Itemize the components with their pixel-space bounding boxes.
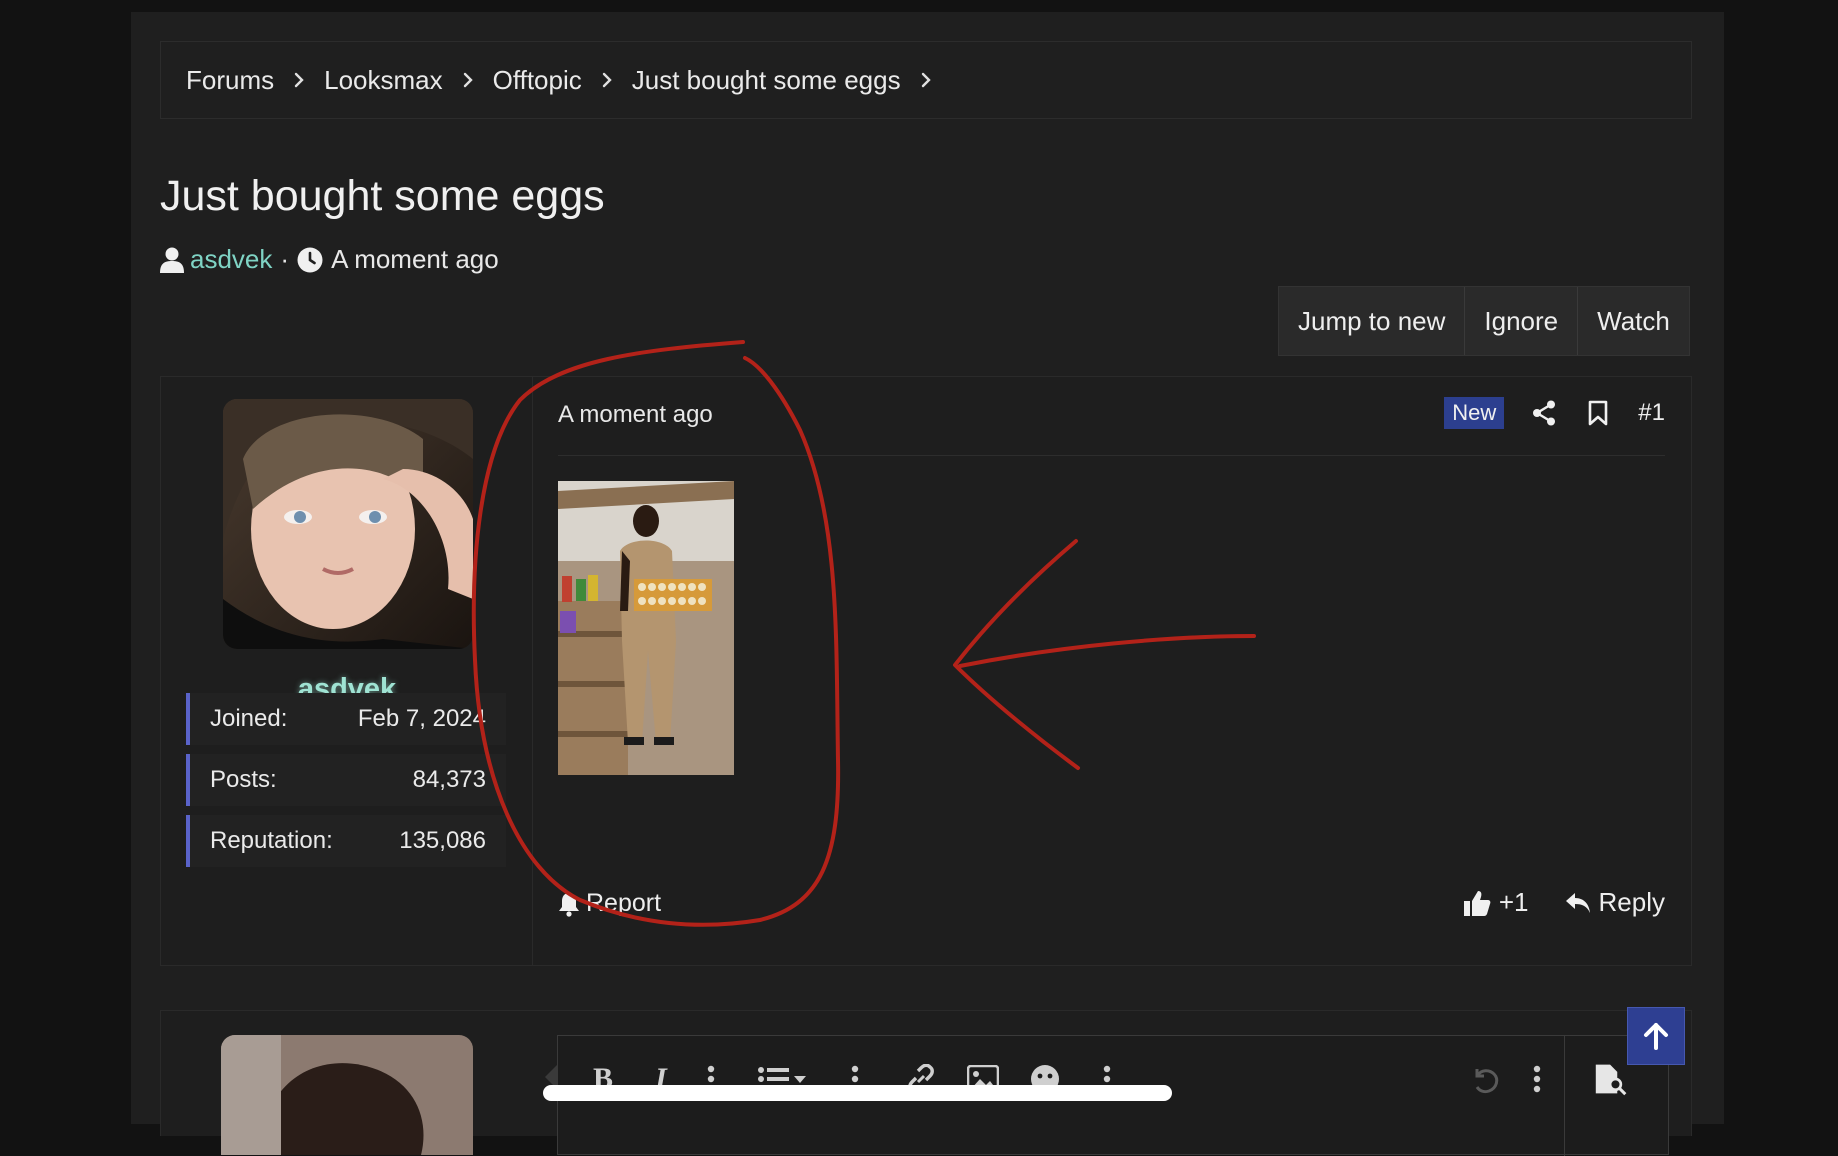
undo-icon[interactable] — [1468, 1062, 1502, 1096]
user-stat-reputation: Reputation: 135,086 — [186, 815, 506, 867]
report-label: Report — [586, 889, 662, 917]
stat-label: Reputation: — [210, 827, 333, 854]
avatar — [221, 1035, 473, 1155]
post-attachment-image[interactable] — [558, 481, 734, 775]
scroll-to-top-button[interactable] — [1627, 1007, 1685, 1065]
thread-time[interactable]: A moment ago — [331, 244, 499, 275]
ignore-button[interactable]: Ignore — [1465, 287, 1579, 355]
user-stat-posts: Posts: 84,373 — [186, 754, 506, 806]
chevron-right-icon — [463, 72, 473, 88]
thread-actions: Jump to new Ignore Watch — [1278, 286, 1690, 356]
chevron-right-icon — [921, 72, 931, 88]
post-divider — [558, 455, 1665, 456]
post-number-link[interactable]: #1 — [1638, 399, 1665, 427]
more-options-icon[interactable] — [1520, 1062, 1554, 1096]
user-stat-joined: Joined: Feb 7, 2024 — [186, 693, 506, 745]
watch-button[interactable]: Watch — [1578, 287, 1689, 355]
breadcrumb-item-thread[interactable]: Just bought some eggs — [632, 65, 901, 96]
meta-separator: · — [280, 244, 290, 274]
jump-to-new-button[interactable]: Jump to new — [1279, 287, 1466, 355]
stat-value: 135,086 — [399, 827, 486, 854]
post-user-panel: asdvek Joined: Feb 7, 2024 Posts: 84,373… — [161, 377, 533, 965]
arrow-up-icon — [1644, 1023, 1668, 1050]
breadcrumb-item-looksmax[interactable]: Looksmax — [324, 65, 443, 96]
post-time[interactable]: A moment ago — [558, 401, 713, 429]
thread-meta: asdvek · A moment ago — [160, 244, 499, 275]
toolbar-divider — [1564, 1036, 1565, 1156]
stat-label: Posts: — [210, 766, 277, 793]
bookmark-icon[interactable] — [1584, 399, 1612, 427]
new-badge: New — [1444, 397, 1505, 429]
breadcrumb: Forums Looksmax Offtopic Just bought som… — [160, 41, 1692, 119]
share-icon[interactable] — [1530, 399, 1558, 427]
user-icon — [160, 247, 184, 273]
post-header-actions: New #1 — [1444, 397, 1665, 429]
reply-icon — [1565, 892, 1590, 913]
chevron-right-icon — [294, 72, 304, 88]
forum-page: Forums Looksmax Offtopic Just bought som… — [131, 12, 1724, 1156]
chevron-right-icon — [602, 72, 612, 88]
clock-icon — [297, 247, 323, 272]
post: asdvek Joined: Feb 7, 2024 Posts: 84,373… — [160, 376, 1692, 966]
bell-icon — [559, 892, 579, 917]
post-body: A moment ago New #1 Report +1 Reply — [533, 377, 1691, 965]
like-button[interactable]: +1 — [1463, 887, 1529, 918]
horizontal-scrollbar[interactable] — [543, 1085, 1172, 1101]
quick-reply: B I — [160, 1010, 1692, 1156]
breadcrumb-item-offtopic[interactable]: Offtopic — [493, 65, 582, 96]
reply-button[interactable]: Reply — [1565, 887, 1665, 918]
breadcrumb-item-forums[interactable]: Forums — [186, 65, 274, 96]
stat-label: Joined: — [210, 705, 288, 732]
thumbs-up-icon — [1463, 890, 1491, 916]
avatar[interactable] — [223, 399, 473, 649]
thread-author-link[interactable]: asdvek — [190, 244, 272, 275]
page-title: Just bought some eggs — [160, 172, 605, 220]
post-footer-actions: +1 Reply — [1463, 887, 1665, 918]
report-button[interactable]: Report — [558, 889, 661, 918]
stat-value: 84,373 — [412, 766, 486, 793]
preview-icon[interactable] — [1594, 1062, 1628, 1096]
reply-label: Reply — [1598, 887, 1665, 917]
stat-value: Feb 7, 2024 — [357, 705, 486, 732]
reaction-count: +1 — [1498, 887, 1529, 917]
